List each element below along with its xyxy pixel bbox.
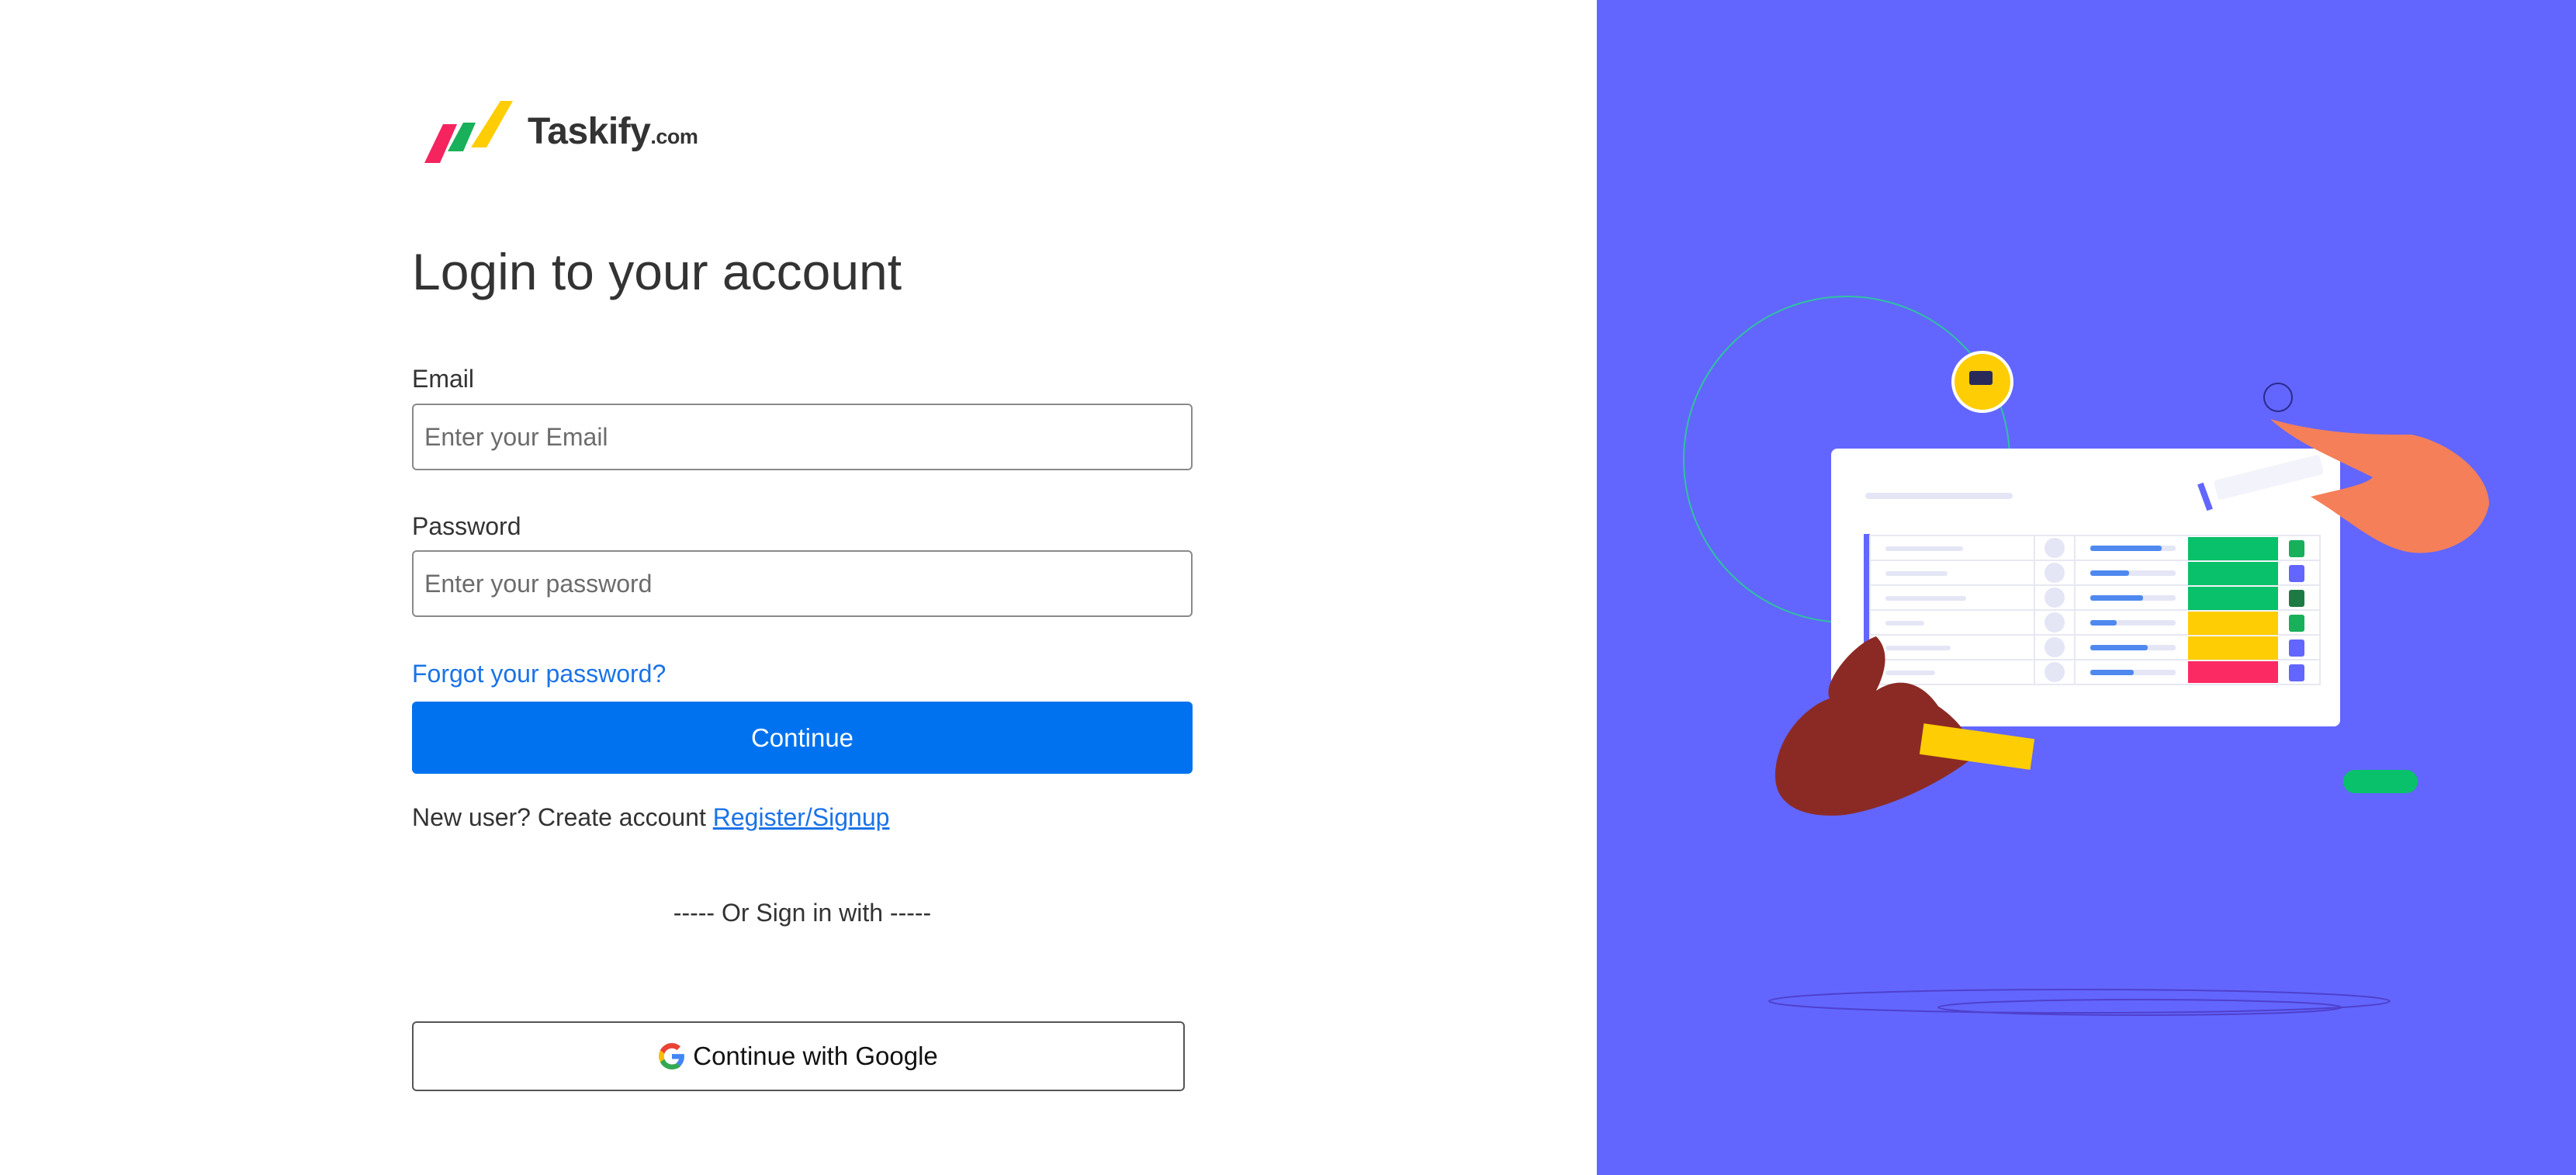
google-icon: [659, 1043, 685, 1069]
register-signup-link[interactable]: Register/Signup: [713, 803, 890, 831]
continue-button[interactable]: Continue: [412, 702, 1193, 774]
green-pill: [2343, 770, 2418, 793]
illustration-panel: [1597, 0, 2576, 1175]
sign-in-divider: ----- Or Sign in with -----: [673, 899, 932, 927]
new-user-text: New user? Create account: [412, 803, 706, 831]
forgot-password-link[interactable]: Forgot your password?: [412, 660, 666, 688]
login-panel: Taskify.com Login to your account Email …: [0, 0, 1597, 1175]
google-signin-button[interactable]: Continue with Google: [412, 1021, 1185, 1091]
scribble-line: [1768, 989, 2391, 1014]
taskify-logo-icon: [424, 101, 513, 163]
signup-prompt: New user? Create account Register/Signup: [412, 803, 889, 832]
logo-tld: .com: [650, 125, 698, 148]
taskify-logo[interactable]: Taskify.com: [423, 101, 733, 163]
email-input[interactable]: [412, 404, 1193, 470]
logo-wordmark: Taskify.com: [528, 111, 698, 152]
password-label: Password: [412, 512, 521, 540]
password-input[interactable]: [412, 550, 1193, 617]
email-label: Email: [412, 365, 475, 393]
card-heading-bar: [1865, 493, 2013, 499]
small-circle: [2263, 383, 2293, 412]
page-title: Login to your account: [412, 243, 902, 300]
task-board-illustration: [1683, 296, 2489, 1016]
google-button-label: Continue with Google: [693, 1042, 938, 1070]
